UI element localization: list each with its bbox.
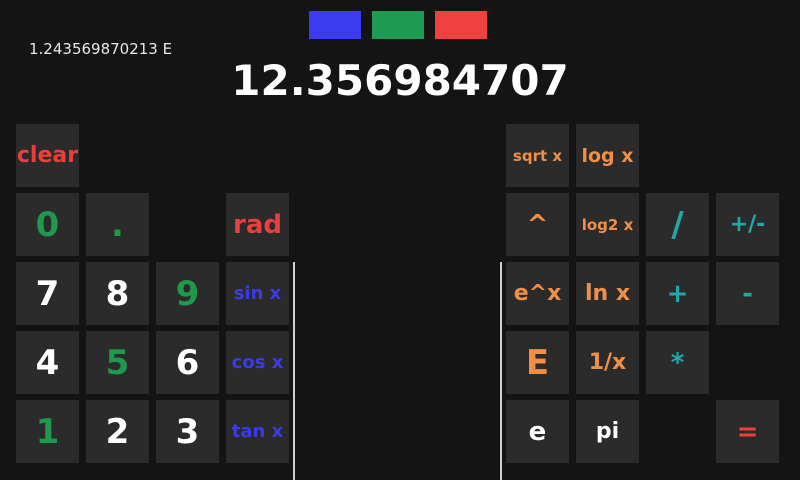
digit-2-button[interactable]: 2 (86, 400, 149, 463)
digit-1-button[interactable]: 1 (16, 400, 79, 463)
sqrt-button[interactable]: sqrt x (506, 124, 569, 187)
digit-9-button[interactable]: 9 (156, 262, 219, 325)
tan-button[interactable]: tan x (226, 400, 289, 463)
digit-0-button[interactable]: 0 (16, 193, 79, 256)
ln-button[interactable]: ln x (576, 262, 639, 325)
clear-button[interactable]: clear (16, 124, 79, 187)
digit-8-button[interactable]: 8 (86, 262, 149, 325)
multiply-button[interactable]: * (646, 331, 709, 394)
digit-7-button[interactable]: 7 (16, 262, 79, 325)
primary-display: 12.356984707 (231, 56, 569, 105)
plus-button[interactable]: + (646, 262, 709, 325)
sin-button[interactable]: sin x (226, 262, 289, 325)
theme-swatch-blue[interactable] (309, 11, 361, 39)
digit-5-button[interactable]: 5 (86, 331, 149, 394)
negate-button[interactable]: +/- (716, 193, 779, 256)
decimal-point-button[interactable]: . (86, 193, 149, 256)
cos-button[interactable]: cos x (226, 331, 289, 394)
log-button[interactable]: log x (576, 124, 639, 187)
theme-swatch-green[interactable] (372, 11, 424, 39)
reciprocal-button[interactable]: 1/x (576, 331, 639, 394)
euler-button[interactable]: e (506, 400, 569, 463)
scientific-e-button[interactable]: E (506, 331, 569, 394)
left-divider (293, 262, 295, 480)
rad-mode-button[interactable]: rad (226, 193, 289, 256)
log2-button[interactable]: log2 x (576, 193, 639, 256)
pi-button[interactable]: pi (576, 400, 639, 463)
digit-6-button[interactable]: 6 (156, 331, 219, 394)
power-button[interactable]: ^ (506, 193, 569, 256)
divide-button[interactable]: / (646, 193, 709, 256)
digit-4-button[interactable]: 4 (16, 331, 79, 394)
minus-button[interactable]: - (716, 262, 779, 325)
exp-button[interactable]: e^x (506, 262, 569, 325)
equals-button[interactable]: = (716, 400, 779, 463)
right-divider (500, 262, 502, 480)
theme-swatch-red[interactable] (435, 11, 487, 39)
digit-3-button[interactable]: 3 (156, 400, 219, 463)
